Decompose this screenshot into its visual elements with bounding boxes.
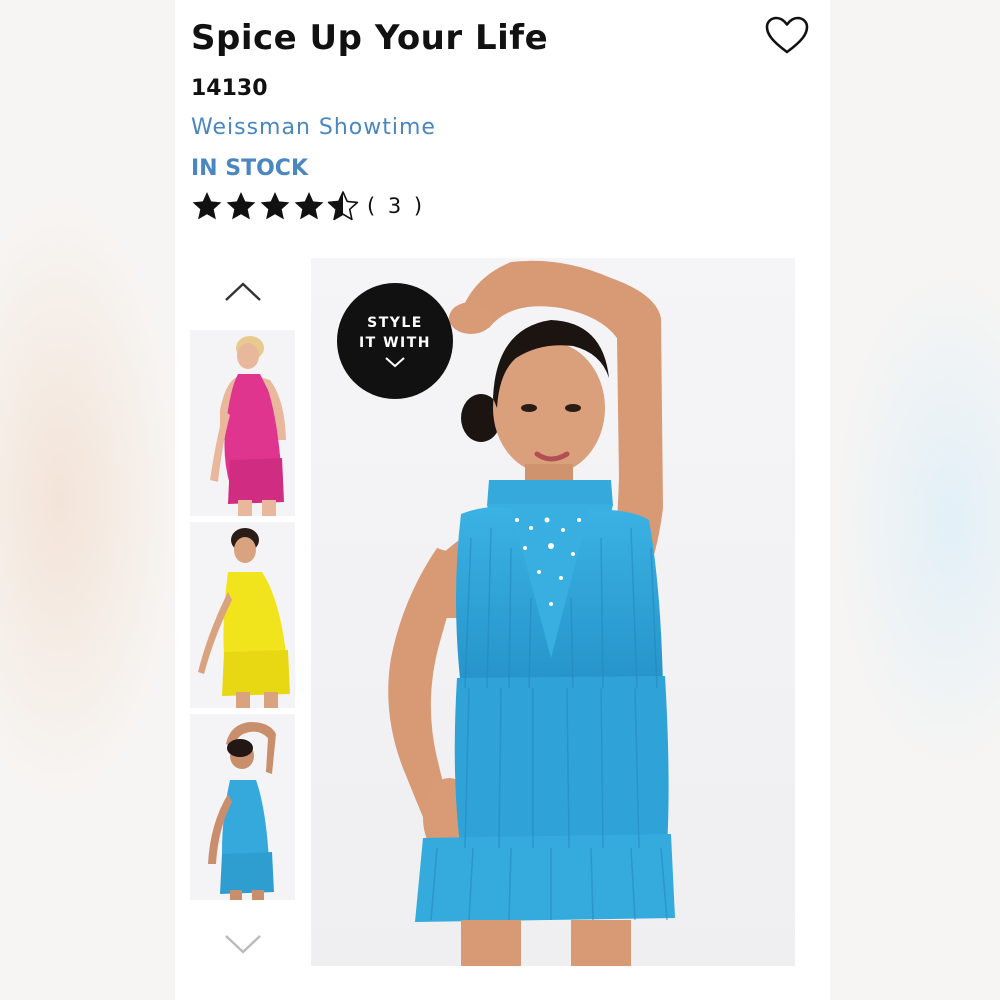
brand-link[interactable]: Weissman Showtime xyxy=(191,115,436,140)
chevron-up-icon[interactable] xyxy=(222,280,264,304)
thumbnail-blue[interactable] xyxy=(190,714,295,900)
chevron-down-icon xyxy=(385,357,405,368)
yellow-costume-thumbnail-icon xyxy=(190,522,295,708)
review-count: ( 3 ) xyxy=(367,194,426,218)
badge-line1: STYLE xyxy=(367,315,423,331)
style-it-with-button[interactable]: STYLE IT WITH xyxy=(337,283,453,399)
thumbnail-yellow[interactable] xyxy=(190,522,295,708)
star-half-icon xyxy=(327,191,359,221)
chevron-down-icon[interactable] xyxy=(222,932,264,956)
blue-costume-thumbnail-icon xyxy=(190,714,295,900)
thumbnail-pink[interactable] xyxy=(190,330,295,516)
star-full-icon xyxy=(294,192,324,220)
rating-stars[interactable]: ( 3 ) xyxy=(191,190,425,222)
badge-line2: IT WITH xyxy=(358,335,432,351)
product-sku: 14130 xyxy=(191,76,268,101)
wishlist-heart-icon[interactable] xyxy=(764,16,810,56)
star-full-icon xyxy=(192,192,222,220)
stock-status: IN STOCK xyxy=(191,156,309,181)
star-full-icon xyxy=(260,192,290,220)
pink-costume-thumbnail-icon xyxy=(190,330,295,516)
star-full-icon xyxy=(226,192,256,220)
product-title: Spice Up Your Life xyxy=(191,18,549,58)
